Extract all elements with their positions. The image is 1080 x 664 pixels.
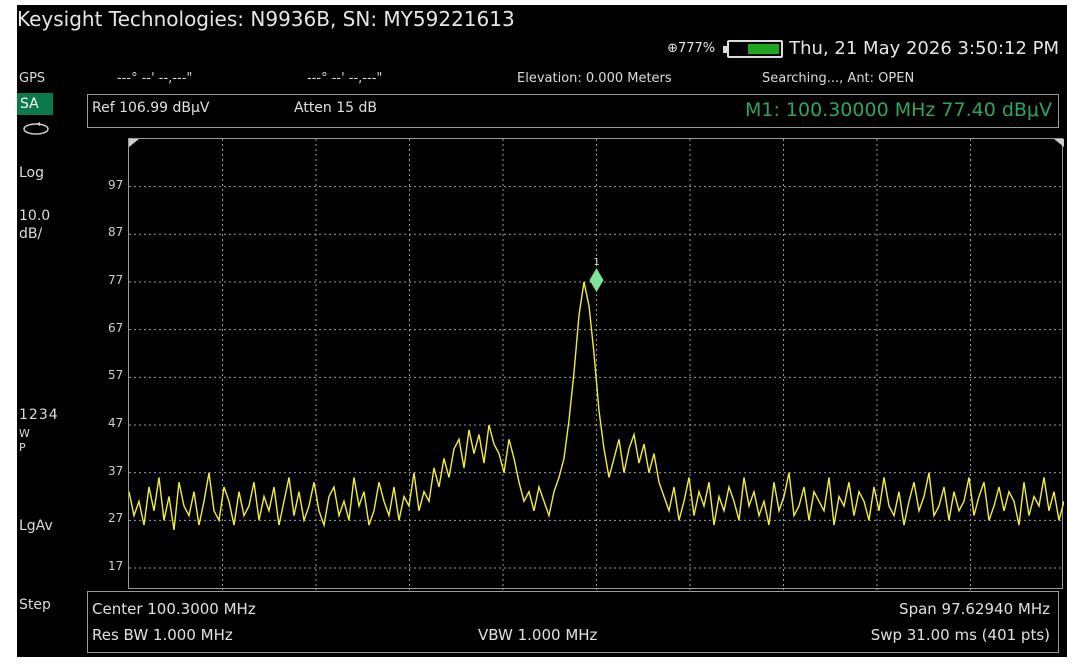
average-type: LgAv (19, 518, 53, 534)
center-frequency: Center 100.3000 MHz (92, 600, 256, 618)
gps-label: GPS (19, 71, 46, 86)
y-tick-label: 17 (108, 559, 124, 574)
signal-indicator: ⊕777% (667, 41, 716, 56)
reference-level: Ref 106.99 dBμV (92, 100, 210, 116)
left-panel: SA Log 10.0 dB/ 1234 W P LgAv Step (17, 93, 87, 653)
step-label[interactable]: Step (19, 597, 51, 613)
marker-readout: M1: 100.30000 MHz 77.40 dBμV (744, 99, 1052, 121)
scale-value: 10.0 (19, 208, 51, 224)
marker-1-icon[interactable] (589, 268, 604, 293)
y-tick-label: 37 (108, 463, 124, 478)
top-info-bar: Ref 106.99 dBμV Atten 15 dB M1: 100.3000… (87, 94, 1059, 128)
scale-unit: dB/ (19, 226, 43, 242)
sweep-time: Swp 31.00 ms (401 pts) (870, 626, 1050, 644)
battery-fill (747, 43, 780, 54)
y-tick-label: 87 (108, 225, 124, 240)
y-tick-label: 47 (108, 415, 124, 430)
trace-p: P (19, 441, 26, 454)
spectrum-svg: 1 (129, 139, 1064, 590)
corner-triangle-icon (1054, 139, 1064, 147)
y-tick-label: 97 (108, 177, 124, 192)
trace-w: W (19, 427, 30, 440)
y-tick-label: 57 (108, 368, 124, 383)
attenuation: Atten 15 dB (294, 100, 378, 116)
y-tick-label: 67 (108, 320, 124, 335)
status-bar: ⊕777% Thu, 21 May 2026 3:50:12 PM (667, 38, 1059, 59)
resolution-bandwidth: Res BW 1.000 MHz (92, 626, 233, 644)
corner-triangle-icon (129, 139, 139, 147)
scale-type: Log (19, 165, 45, 181)
battery-icon (723, 39, 784, 58)
gps-longitude: ---° --' --,---" (307, 71, 383, 86)
mode-badge[interactable]: SA (17, 93, 53, 115)
spectrum-plot[interactable]: 1 (128, 138, 1064, 590)
y-tick-label: 77 (108, 272, 124, 287)
analyzer-screen: Keysight Technologies: N9936B, SN: MY592… (17, 5, 1067, 657)
instrument-title: Keysight Technologies: N9936B, SN: MY592… (17, 7, 515, 31)
frequency-span: Span 97.62940 MHz (899, 600, 1050, 618)
gps-elevation: Elevation: 0.000 Meters (517, 71, 672, 86)
gps-status: Searching..., Ant: OPEN (762, 71, 915, 86)
gps-latitude: ---° --' --,---" (117, 71, 193, 86)
datetime: Thu, 21 May 2026 3:50:12 PM (789, 38, 1059, 59)
video-bandwidth: VBW 1.000 MHz (478, 626, 598, 644)
y-tick-label: 27 (108, 511, 124, 526)
marker-1-label: 1 (593, 257, 599, 268)
rotation-icon (23, 122, 49, 135)
trace-numbers: 1234 (19, 407, 59, 423)
bottom-info-bar: Center 100.3000 MHz Span 97.62940 MHz Re… (87, 591, 1059, 653)
